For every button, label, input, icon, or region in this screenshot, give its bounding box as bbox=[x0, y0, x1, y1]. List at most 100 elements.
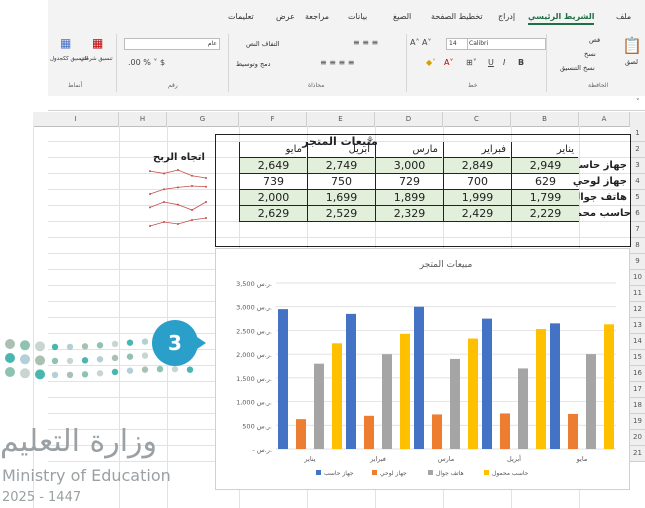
logo-dot bbox=[81, 357, 89, 364]
x-tick-label: أبريل bbox=[507, 454, 521, 463]
row-header-3[interactable]: 3 bbox=[630, 158, 645, 174]
bar-2 bbox=[382, 354, 392, 449]
row-header-19[interactable]: 19 bbox=[630, 414, 645, 430]
wrap-text-button[interactable]: التفاف النص bbox=[246, 40, 280, 48]
bar-0 bbox=[346, 313, 356, 449]
tab-0[interactable]: ملف bbox=[616, 12, 631, 21]
fill-color-icon[interactable]: ◆˅ bbox=[426, 58, 436, 67]
row-header-21[interactable]: 21 bbox=[630, 446, 645, 462]
italic-icon[interactable]: I bbox=[503, 58, 505, 67]
group-label-alignment: محاذاة bbox=[308, 82, 325, 89]
tab-2[interactable]: إدراج bbox=[498, 12, 515, 21]
format-painter-button[interactable]: نسخ التنسيق bbox=[560, 64, 595, 72]
column-header-B[interactable]: B bbox=[511, 112, 579, 127]
sparkline-point bbox=[177, 169, 179, 171]
logo-dot bbox=[20, 354, 30, 365]
tab-7[interactable]: عرض bbox=[276, 12, 295, 21]
legend-label: هاتف جوال bbox=[436, 470, 464, 477]
sparkline-trend bbox=[149, 201, 207, 211]
row-header-9[interactable]: 9 bbox=[630, 254, 645, 270]
font-grow-icon[interactable]: A˄ A˅ bbox=[410, 38, 432, 47]
select-all-corner[interactable] bbox=[630, 112, 645, 127]
sparkline-point bbox=[205, 177, 207, 179]
legend-swatch bbox=[428, 470, 433, 475]
logo-dot bbox=[35, 355, 45, 366]
tab-5[interactable]: بيانات bbox=[348, 12, 367, 21]
table-format-button[interactable]: التنسيق ككجدول bbox=[50, 56, 88, 62]
copy-button[interactable]: نسخ bbox=[584, 50, 596, 58]
column-header-E[interactable]: E bbox=[307, 112, 375, 127]
bar-1 bbox=[500, 413, 510, 449]
column-header-H[interactable]: H bbox=[119, 112, 167, 127]
sparkline-point bbox=[177, 203, 179, 206]
row-header-10[interactable]: 10 bbox=[630, 270, 645, 286]
tab-8[interactable]: تعليمات bbox=[228, 12, 254, 21]
group-label-clipboard: الحافظة bbox=[588, 82, 609, 89]
logo-dot bbox=[111, 340, 119, 348]
sparkline-point bbox=[163, 201, 165, 204]
font-color-icon[interactable]: A˅ bbox=[444, 58, 453, 67]
paste-icon[interactable]: 📋 bbox=[622, 36, 642, 55]
column-header-D[interactable]: D bbox=[375, 112, 443, 127]
row-header-1[interactable]: 1 bbox=[630, 126, 645, 142]
trend-header[interactable]: اتجاه الربح bbox=[144, 150, 214, 165]
tab-4[interactable]: الصيغ bbox=[393, 12, 411, 21]
group-label-number: رقم bbox=[168, 82, 178, 89]
row-header-13[interactable]: 13 bbox=[630, 318, 645, 334]
number-format-icons[interactable]: .00 % ˅ $ bbox=[128, 58, 165, 67]
y-tick-label: 2,000 ر.س. bbox=[236, 351, 272, 359]
bold-icon[interactable]: B bbox=[518, 58, 524, 67]
row-header-12[interactable]: 12 bbox=[630, 302, 645, 318]
column-header-I[interactable]: I bbox=[33, 112, 119, 127]
x-tick-label: يناير bbox=[303, 455, 315, 463]
column-header-C[interactable]: C bbox=[443, 112, 511, 127]
logo-dot bbox=[20, 368, 30, 379]
underline-icon[interactable]: U bbox=[488, 58, 494, 67]
sales-chart[interactable]: مبيعات المتجر 3,500 ر.س. 3,000 ر.س. 2,500 ر… bbox=[215, 248, 630, 490]
font-size-select[interactable]: 14 bbox=[446, 38, 468, 50]
tab-1[interactable]: الشريط الرئيسي bbox=[528, 12, 595, 25]
row-header-14[interactable]: 14 bbox=[630, 334, 645, 350]
formula-bar[interactable]: ˅ bbox=[48, 96, 645, 111]
align-center-icon[interactable]: ≡ ≡ ≡ ≡ bbox=[320, 58, 354, 67]
row-header-5[interactable]: 5 bbox=[630, 190, 645, 206]
logo-dot bbox=[5, 339, 15, 349]
chart-canvas: مبيعات المتجر 3,500 ر.س. 3,000 ر.س. 2,500 ر… bbox=[236, 260, 616, 477]
row-header-2[interactable]: 2 bbox=[630, 142, 645, 158]
table-format-icon[interactable]: ▦ bbox=[60, 36, 71, 50]
tab-3[interactable]: تخطيط الصفحة bbox=[431, 12, 483, 21]
row-header-17[interactable]: 17 bbox=[630, 382, 645, 398]
cut-button[interactable]: قص bbox=[589, 36, 600, 44]
formula-bar-expand-icon[interactable]: ˅ bbox=[636, 98, 640, 106]
row-header-20[interactable]: 20 bbox=[630, 430, 645, 446]
align-top-icon[interactable]: ≡ ≡ ≡ bbox=[353, 38, 378, 47]
logo-dot bbox=[5, 353, 15, 363]
row-header-11[interactable]: 11 bbox=[630, 286, 645, 302]
paste-label[interactable]: لصق bbox=[625, 58, 638, 66]
column-header-A[interactable]: A bbox=[579, 112, 630, 127]
bar-3 bbox=[468, 338, 478, 449]
sparkline-trend bbox=[149, 169, 207, 179]
row-header-15[interactable]: 15 bbox=[630, 350, 645, 366]
row-header-6[interactable]: 6 bbox=[630, 206, 645, 222]
font-name-select[interactable]: Calibri bbox=[466, 38, 546, 50]
tab-6[interactable]: مراجعة bbox=[305, 12, 329, 21]
merge-center-button[interactable]: دمج وتوسيط bbox=[236, 60, 271, 68]
number-format-select[interactable]: عام bbox=[124, 38, 220, 50]
legend-label: حاسب محمول bbox=[492, 470, 529, 477]
sparkline-point bbox=[205, 185, 207, 188]
conditional-format-icon[interactable]: ▦ bbox=[92, 36, 103, 50]
borders-icon[interactable]: ⊞˅ bbox=[466, 58, 477, 67]
logo-dot bbox=[111, 354, 119, 362]
row-header-8[interactable]: 8 bbox=[630, 238, 645, 254]
row-header-18[interactable]: 18 bbox=[630, 398, 645, 414]
logo-dot bbox=[81, 371, 89, 378]
row-header-16[interactable]: 16 bbox=[630, 366, 645, 382]
legend-swatch bbox=[372, 470, 377, 475]
row-header-4[interactable]: 4 bbox=[630, 174, 645, 190]
column-header-G[interactable]: G bbox=[167, 112, 239, 127]
table-border bbox=[215, 134, 631, 247]
column-header-F[interactable]: F bbox=[239, 112, 307, 127]
row-header-7[interactable]: 7 bbox=[630, 222, 645, 238]
sparkline-point bbox=[191, 209, 193, 211]
